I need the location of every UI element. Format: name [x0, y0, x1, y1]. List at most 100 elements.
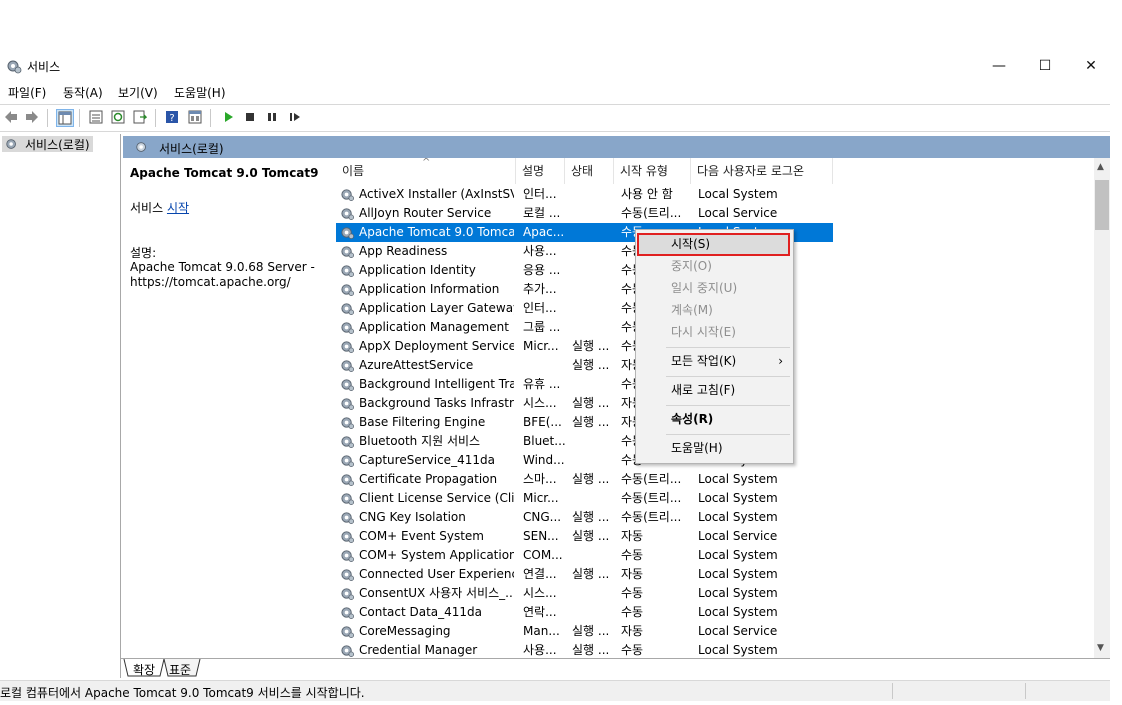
services-gear-icon — [7, 60, 22, 74]
close-button[interactable]: ✕ — [1068, 52, 1114, 80]
table-row[interactable]: CNG Key Isolation CNG... 실행 ... 수동(트리... Loc… — [336, 508, 833, 527]
menu-action[interactable]: 동작(A) — [63, 84, 103, 101]
help-icon[interactable]: ? — [164, 109, 180, 125]
selected-service-name: Apache Tomcat 9.0 Tomcat9 — [130, 166, 319, 180]
start-service-link[interactable]: 시작 — [167, 201, 189, 215]
service-name-cell: Application Identity — [359, 263, 476, 277]
tab-extended[interactable]: 확장 — [133, 661, 155, 678]
service-desc-cell: CNG... — [523, 510, 562, 524]
service-name-cell: ConsentUX 사용자 서비스_... — [359, 586, 514, 600]
service-status-cell — [572, 489, 614, 508]
list-view-icon[interactable] — [88, 109, 104, 125]
minimize-button[interactable]: — — [976, 52, 1022, 80]
column-header-name[interactable]: 이름 ^ — [336, 158, 516, 184]
service-status-cell: 실행 ... — [572, 510, 610, 524]
service-desc-cell — [523, 356, 565, 375]
table-row[interactable]: ConsentUX 사용자 서비스_... 시스... 수동 Local System — [336, 584, 833, 603]
properties-view-icon[interactable] — [187, 109, 203, 125]
panel-header-title: 서비스(로컬) — [159, 142, 224, 156]
stop-service-icon[interactable] — [242, 109, 258, 125]
table-row[interactable]: Contact Data_411da 연락... 수동 Local System — [336, 603, 833, 622]
service-desc-cell: 인터... — [523, 187, 557, 201]
table-row[interactable]: COM+ System Application COM... 수동 Local Sys… — [336, 546, 833, 565]
service-startup-cell: 수동(트리... — [621, 472, 682, 486]
service-name-cell: Bluetooth 지원 서비스 — [359, 434, 481, 448]
menu-item-all-tasks[interactable]: 모든 작업(K) › — [636, 351, 793, 371]
maximize-button[interactable]: ☐ — [1022, 52, 1068, 80]
forward-arrow-icon[interactable] — [24, 109, 40, 125]
table-row[interactable]: AllJoyn Router Service 로컬 ... 수동(트리... Loca… — [336, 204, 833, 223]
console-tree: 서비스(로컬) — [0, 134, 121, 678]
service-name-cell: Certificate Propagation — [359, 472, 498, 486]
service-desc-cell: 로컬 ... — [523, 206, 561, 220]
service-name-cell: AzureAttestService — [359, 358, 474, 372]
description-text-line2: https://tomcat.apache.org/ — [130, 275, 291, 289]
service-startup-cell: 자동 — [621, 529, 644, 543]
back-arrow-icon[interactable] — [3, 109, 19, 125]
table-row[interactable]: COM+ Event System SEN... 실행 ... 자동 Local Ser… — [336, 527, 833, 546]
pause-service-icon[interactable] — [264, 109, 280, 125]
scroll-up-icon[interactable]: ▲ — [1097, 162, 1104, 172]
menu-item-pause: 일시 중지(U) — [671, 281, 738, 295]
column-header-log-on-as[interactable]: 다음 사용자로 로그온 — [691, 158, 833, 184]
service-status-cell: 실행 ... — [572, 339, 610, 353]
refresh-icon[interactable] — [110, 109, 126, 125]
service-desc-cell: 연락... — [523, 605, 557, 619]
service-status-cell: 실행 ... — [572, 415, 610, 429]
table-row[interactable]: Credential Manager 사용... 실행 ... 수동 Local Sys… — [336, 641, 833, 658]
tree-item-services-local[interactable]: 서비스(로컬) — [2, 136, 93, 152]
view-tabs: 확장 표준 — [120, 658, 1110, 679]
service-desc-cell: SEN... — [523, 529, 559, 543]
service-logon-cell: Local System — [698, 605, 778, 619]
service-startup-cell: 수동(트리... — [621, 491, 682, 505]
service-status-cell — [572, 204, 614, 223]
service-desc-cell: 스마... — [523, 472, 557, 486]
console-tree-icon[interactable] — [56, 109, 74, 127]
menu-file[interactable]: 파일(F) — [8, 84, 46, 101]
service-status-cell — [572, 603, 614, 622]
scroll-thumb[interactable] — [1095, 180, 1109, 230]
vertical-scrollbar[interactable]: ▲ ▼ — [1094, 158, 1110, 658]
service-logon-cell: Local System — [698, 491, 778, 505]
service-desc-cell: 그룹 ... — [523, 320, 561, 334]
restart-service-icon[interactable] — [287, 109, 303, 125]
column-header-description[interactable]: 설명 — [516, 158, 565, 184]
column-header-startup-type[interactable]: 시작 유형 — [614, 158, 691, 184]
services-gear-icon — [136, 142, 146, 152]
service-desc-cell: 연결... — [523, 567, 557, 581]
description-label: 설명: — [130, 246, 157, 260]
table-row[interactable]: Client License Service (Clip... Micr... 수동… — [336, 489, 833, 508]
start-service-icon[interactable] — [220, 109, 236, 125]
scroll-down-icon[interactable]: ▼ — [1097, 643, 1104, 653]
table-row[interactable]: Certificate Propagation 스마... 실행 ... 수동(트리.… — [336, 470, 833, 489]
menu-item-start[interactable]: 시작(S) — [636, 234, 793, 254]
tab-standard[interactable]: 표준 — [169, 661, 191, 678]
table-row[interactable]: CoreMessaging Man... 실행 ... 자동 Local Service — [336, 622, 833, 641]
table-row[interactable]: ActiveX Installer (AxInstSV) 인터... 사용 안 함 L… — [336, 185, 833, 204]
menu-item-help[interactable]: 도움말(H) — [636, 438, 793, 458]
menu-item-refresh[interactable]: 새로 고침(F) — [636, 380, 793, 400]
service-status-cell: 실행 ... — [572, 643, 610, 657]
service-desc-cell: Micr... — [523, 339, 559, 353]
service-name-cell: CoreMessaging — [359, 624, 451, 638]
service-status-cell — [572, 375, 614, 394]
service-name-cell: Apache Tomcat 9.0 Tomcat9 — [359, 225, 514, 239]
table-row[interactable]: Connected User Experience... 연결... 실행 ... 자… — [336, 565, 833, 584]
service-logon-cell: Local System — [698, 567, 778, 581]
menu-item-properties[interactable]: 속성(R) — [636, 409, 793, 429]
service-gear-icon — [341, 550, 354, 562]
column-header-status[interactable]: 상태 — [565, 158, 614, 184]
service-gear-icon — [341, 455, 354, 467]
service-desc-cell: 응용 ... — [523, 263, 561, 277]
service-gear-icon — [341, 341, 354, 353]
export-list-icon[interactable] — [132, 109, 148, 125]
menu-help[interactable]: 도움말(H) — [174, 84, 226, 101]
service-desc-cell: Wind... — [523, 453, 565, 467]
service-name-cell: Connected User Experience... — [359, 567, 514, 581]
service-logon-cell: Local System — [698, 472, 778, 486]
menu-view[interactable]: 보기(V) — [118, 84, 158, 101]
menu-item-stop: 중지(O) — [671, 259, 712, 273]
service-status-cell: 실행 ... — [572, 358, 610, 372]
submenu-chevron-icon: › — [778, 354, 783, 368]
service-desc-cell: BFE(... — [523, 415, 562, 429]
